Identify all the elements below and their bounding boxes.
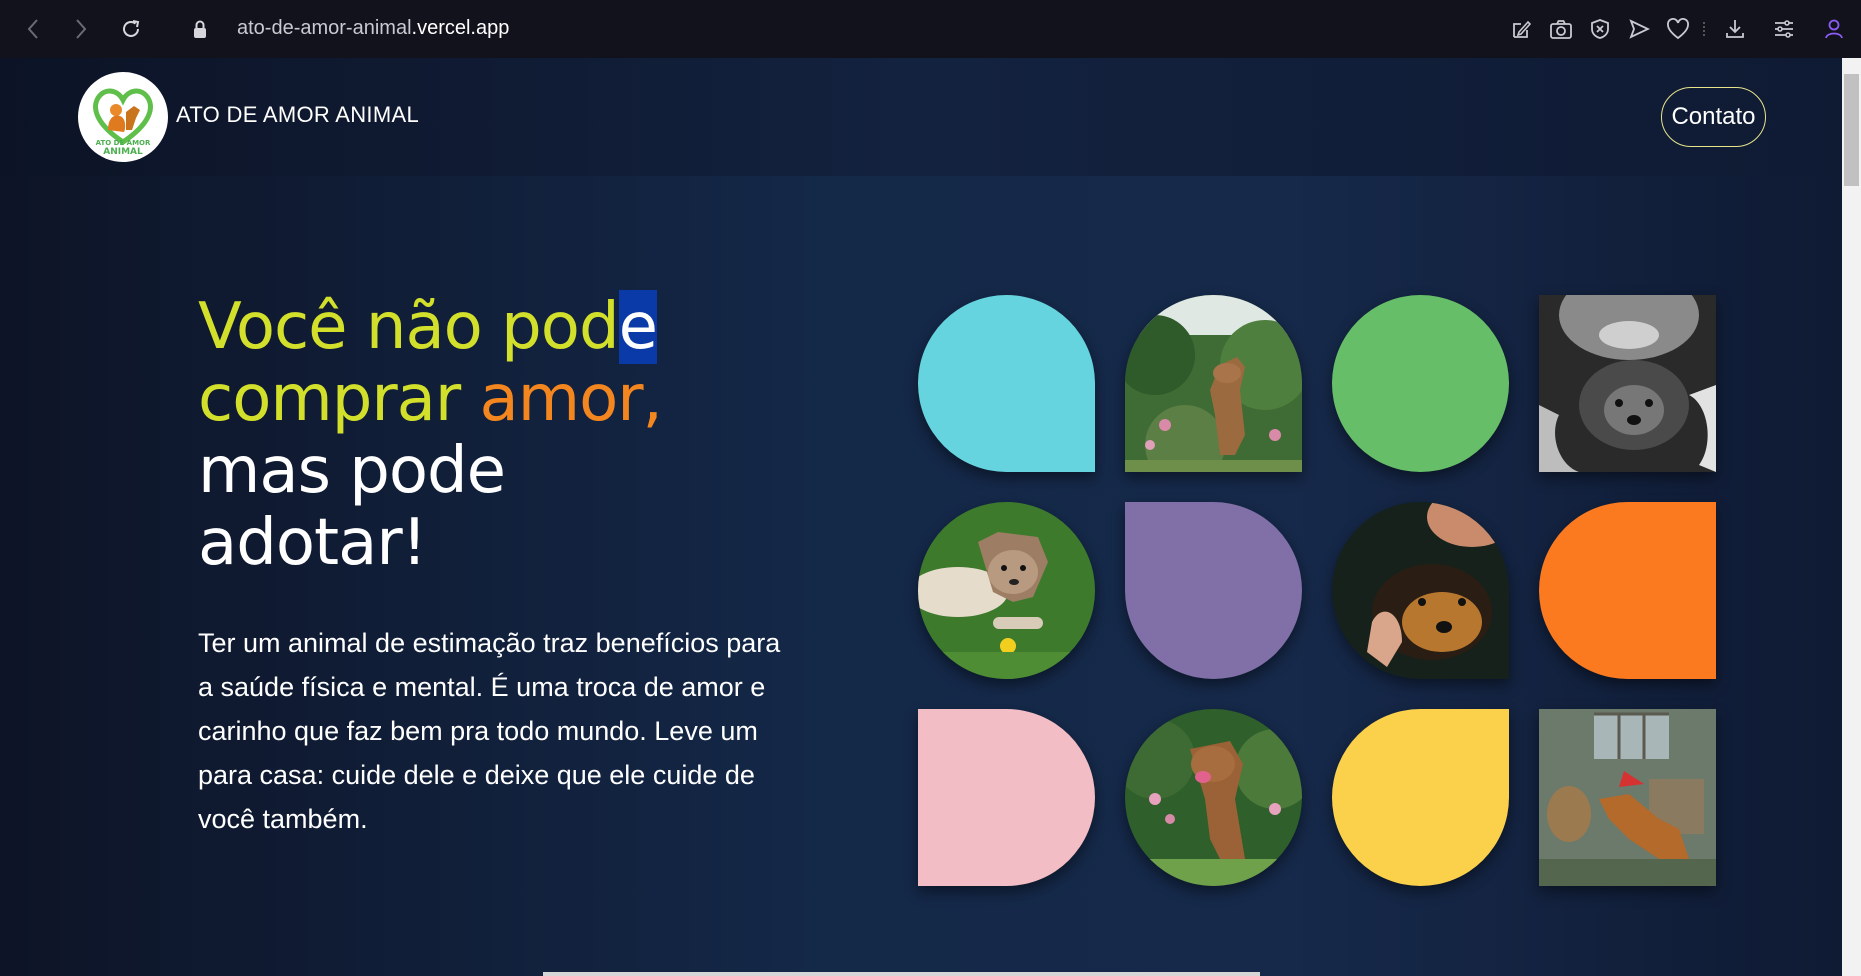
bottom-strip — [543, 972, 1260, 976]
puppy-grass-photo — [918, 502, 1095, 679]
back-icon[interactable] — [20, 16, 46, 42]
logo-text-line2: ANIMAL — [103, 147, 143, 157]
hero-title-line2b: amor, — [479, 362, 663, 436]
logo[interactable]: ATO DE AMOR ANIMAL — [78, 72, 168, 162]
send-icon[interactable] — [1626, 16, 1652, 42]
hero-title-line1: Você não pod — [198, 290, 620, 364]
hero-title: Você não pode comprar amor, mas pode adotar… — [198, 290, 758, 580]
site-header: ATO DE AMOR ANIMAL ATO DE AMOR ANIMAL Co… — [0, 58, 1842, 176]
reload-icon[interactable] — [118, 16, 144, 42]
tile-color-purple — [1125, 502, 1302, 679]
brand-name[interactable]: ATO DE AMOR ANIMAL — [176, 102, 419, 128]
tile-color-cyan — [918, 295, 1095, 472]
toolbar-separator — [1703, 22, 1705, 36]
browser-toolbar: ato-de-amor-animal.vercel.app — [0, 0, 1861, 58]
dog-lawn-photo — [1125, 709, 1302, 886]
heart-icon[interactable] — [1665, 16, 1691, 42]
camera-icon[interactable] — [1548, 16, 1574, 42]
hero-title-selected: e — [618, 290, 658, 364]
contact-button[interactable]: Contato — [1661, 87, 1766, 147]
logo-text-line1: ATO DE AMOR — [96, 139, 151, 147]
tile-color-green — [1332, 295, 1509, 472]
hero-title-line3: mas pode — [198, 434, 506, 508]
tile-color-orange — [1539, 502, 1716, 679]
hero-title-line2a: comprar — [198, 362, 480, 436]
address-bar[interactable]: ato-de-amor-animal.vercel.app — [237, 17, 509, 40]
url-domain: .vercel.app — [411, 17, 510, 39]
lock-icon — [187, 16, 213, 42]
scrollbar-thumb[interactable] — [1844, 74, 1859, 186]
scrollbar[interactable] — [1842, 58, 1861, 976]
shield-x-icon[interactable] — [1587, 16, 1613, 42]
tile-color-pink — [918, 709, 1095, 886]
dog-hand-photo — [1332, 502, 1509, 679]
download-icon[interactable] — [1722, 16, 1748, 42]
settings-sliders-icon[interactable] — [1771, 16, 1797, 42]
dog-house-photo — [1539, 709, 1716, 886]
url-path: ato-de-amor-animal — [237, 17, 412, 39]
hero-description: Ter um animal de estimação traz benefíci… — [198, 628, 781, 834]
hero-title-line4: adotar! — [198, 506, 427, 580]
profile-icon[interactable] — [1821, 16, 1847, 42]
page: ATO DE AMOR ANIMAL ATO DE AMOR ANIMAL Co… — [0, 58, 1842, 976]
dog-garden-photo — [1125, 295, 1302, 472]
tile-color-yellow — [1332, 709, 1509, 886]
forward-icon[interactable] — [68, 16, 94, 42]
edit-page-icon[interactable] — [1509, 16, 1535, 42]
person-puppy-bw-photo — [1539, 295, 1716, 472]
